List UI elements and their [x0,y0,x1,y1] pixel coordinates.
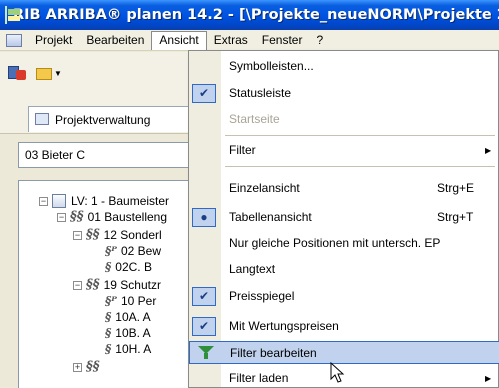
project-icon[interactable] [8,64,28,82]
submenu-arrow-icon: ▶ [485,146,492,155]
position-icon: § [105,342,112,356]
collapse-icon[interactable]: − [73,280,82,290]
checkmark-icon: ✔ [192,287,216,306]
collapse-icon[interactable]: − [73,230,82,240]
menu-ansicht[interactable]: Ansicht [151,30,207,50]
menu-item-label: Symbolleisten... [229,59,314,73]
tree-label: 02 Bew [120,244,161,258]
menu-bearbeiten[interactable]: Bearbeiten [79,31,151,50]
menu-item-filter[interactable]: Filter ▶ [189,139,499,162]
position-icon: §ᴾ [105,294,117,308]
menu-item-nur-gleiche-positionen[interactable]: Nur gleiche Positionen mit untersch. EP [189,232,499,255]
tree-label: 10 Per [120,294,157,308]
ansicht-dropdown-menu: Symbolleisten... ✔ Statusleiste Startsei… [188,50,499,388]
menu-item-filter-bearbeiten[interactable]: Filter bearbeiten [189,341,499,364]
tree-label: 10A. A [115,310,151,324]
filter-icon [198,345,214,360]
tree-label: 19 Schutzr [103,278,161,292]
menu-extras[interactable]: Extras [207,31,255,50]
menu-item-shortcut: Strg+E [437,181,475,195]
position-icon: §ᴾ [105,244,117,258]
tree-label: 01 Baustelleng [87,210,168,224]
section-icon: §§ [70,209,84,224]
tree-label: 10B. A [115,326,151,340]
section-icon: §§ [86,277,100,292]
app-icon[interactable] [5,6,20,24]
menu-item-startseite: Startseite [189,108,499,131]
document-menu-icon[interactable] [6,33,22,47]
tree-row[interactable]: §ᴾ 10 Per [105,293,156,309]
menu-item-label: Nur gleiche Positionen mit untersch. EP [229,236,441,250]
menu-item-label: Einzelansicht [229,181,300,195]
tree-label: LV: 1 - Baumeister [71,194,170,208]
tree-row[interactable]: § 10B. A [105,325,151,341]
window-title: RIB ARRIBA® planen 14.2 - [\Projekte_neu… [13,7,499,23]
menu-item-label: Statusleiste [229,86,292,100]
collapse-icon[interactable]: − [39,196,48,206]
menu-item-label: Tabellenansicht [229,210,312,224]
menu-item-label: Filter bearbeiten [230,346,317,360]
menu-item-tabellenansicht[interactable]: ● Tabellenansicht Strg+T [189,206,499,229]
position-icon: § [105,260,112,274]
tree-row[interactable]: § 10H. A [105,341,151,357]
position-icon: § [105,326,112,340]
menu-item-mit-wertungspreisen[interactable]: ✔ Mit Wertungspreisen [189,315,499,338]
menu-separator [225,166,495,167]
menu-item-langtext[interactable]: Langtext [189,258,499,281]
menu-item-label: Filter laden [229,371,289,385]
tree-row[interactable]: + §§ [73,359,104,375]
menu-fenster[interactable]: Fenster [255,31,310,50]
checkmark-icon: ✔ [192,84,216,103]
checkmark-icon: ✔ [192,317,216,336]
open-folder-icon[interactable]: ▼ [36,65,62,81]
tree-row[interactable]: − §§ 01 Baustelleng [57,209,167,225]
tree-row[interactable]: − §§ 19 Schutzr [73,277,161,293]
menu-item-label: Langtext [229,262,276,276]
tree-row[interactable]: § 10A. A [105,309,151,325]
menu-bar: Projekt Bearbeiten Ansicht Extras Fenste… [0,30,499,51]
menu-separator [225,135,495,136]
position-icon: § [105,310,112,324]
section-icon: §§ [86,227,100,242]
panel-icon [35,113,49,125]
tree-label: 12 Sonderl [103,228,162,242]
menu-item-label: Filter [229,143,256,157]
document-icon [52,194,66,208]
expand-icon[interactable]: + [73,362,82,372]
radio-dot-icon: ● [192,208,216,227]
menu-projekt[interactable]: Projekt [28,31,79,50]
tree-row[interactable]: §ᴾ 02 Bew [105,243,161,259]
tab-projektverwaltung[interactable]: Projektverwaltung [28,106,208,132]
section-icon: §§ [86,359,100,374]
menu-item-shortcut: Strg+T [437,210,474,224]
title-bar: RIB ARRIBA® planen 14.2 - [\Projekte_neu… [0,0,499,30]
tree-label: 02C. B [115,260,152,274]
menu-item-label: Startseite [229,112,280,126]
tree-row[interactable]: − LV: 1 - Baumeister [39,193,169,209]
tab-label: Projektverwaltung [55,112,151,127]
menu-item-label: Mit Wertungspreisen [229,319,339,333]
menu-item-preisspiegel[interactable]: ✔ Preisspiegel [189,285,499,308]
tree-row[interactable]: § 02C. B [105,259,152,275]
menu-item-symbolleisten[interactable]: Symbolleisten... [189,55,499,78]
submenu-arrow-icon: ▶ [485,374,492,383]
menu-item-einzelansicht[interactable]: Einzelansicht Strg+E [189,177,499,200]
menu-item-label: Preisspiegel [229,289,295,303]
mouse-cursor-icon [330,362,345,383]
menu-help[interactable]: ? [309,31,330,50]
collapse-icon[interactable]: − [57,212,66,222]
menu-item-statusleiste[interactable]: ✔ Statusleiste [189,82,499,105]
tree-label: 10H. A [115,342,152,356]
tree-row[interactable]: − §§ 12 Sonderl [73,227,162,243]
